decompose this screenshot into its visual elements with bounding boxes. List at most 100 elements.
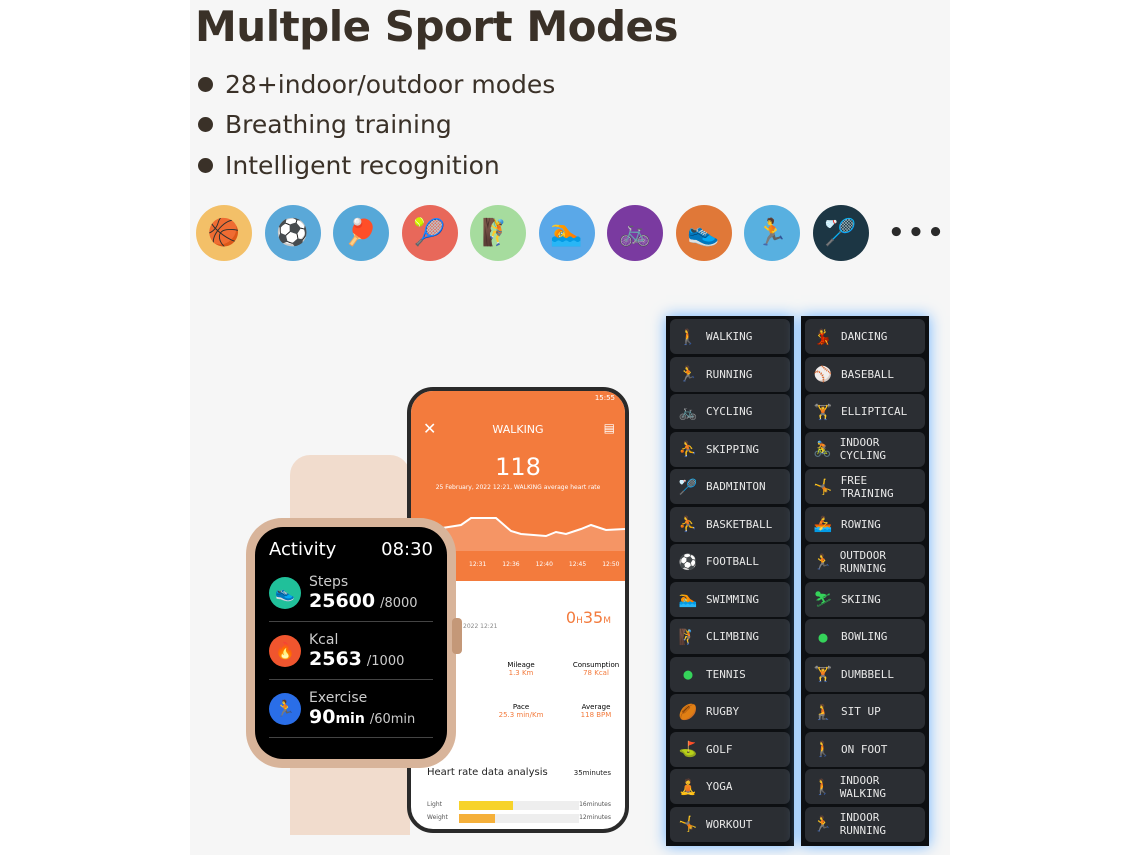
sport-mode-item[interactable]: ⚾ BASEBALL (805, 356, 925, 392)
stat-value: 1.3 Km (508, 669, 534, 677)
stat-label: Pace (512, 703, 530, 711)
sport-mode-label: SWIMMING (706, 592, 759, 606)
sport-mode-item[interactable]: 🚣 ROWING (805, 506, 925, 542)
sport-mode-item[interactable]: 🚶 WALKING (670, 319, 790, 354)
sport-icon: 🚲 (678, 402, 698, 421)
sport-mode-item[interactable]: 🧎 SIT UP (805, 694, 925, 729)
sport-icon: 🏋 (813, 665, 833, 683)
stat-consumption: Consumption 78 Kcal (561, 661, 625, 677)
duration: 0H35M (565, 608, 611, 627)
row-goal: /60min (369, 711, 416, 727)
sport-mode-item[interactable]: 🏃 OUTDOOR RUNNING (805, 544, 925, 579)
sport-icon: ● (818, 627, 828, 646)
stat-label: Consumption (572, 661, 620, 669)
sport-mode-item[interactable]: 💃 DANCING (805, 319, 925, 354)
sport-mode-label: ON FOOT (841, 742, 888, 756)
sport-mode-label: ROWING (841, 517, 881, 531)
sport-mode-label: SIT UP (841, 705, 881, 718)
sport-mode-item[interactable]: 🏋 DUMBBELL (805, 656, 925, 692)
watch-time: 08:30 (381, 539, 433, 560)
analysis-title: Heart rate data analysis (427, 767, 548, 778)
sport-mode-item[interactable]: 🚶 ON FOOT (805, 731, 925, 767)
sport-mode-item[interactable]: ⛹ SKIPPING (670, 431, 790, 467)
sport-mode-item[interactable]: ● TENNIS (670, 656, 790, 692)
sport-mode-label: RUGBY (706, 705, 740, 718)
sport-icon: ⛹ (678, 515, 698, 533)
sport-list-left[interactable]: 🚶 WALKING 🏃 RUNNING 🚲 CYCLING ⛹ SKIPPING 🏸 BADMIN… (666, 316, 794, 846)
cycling-icon: 🚲 (607, 205, 663, 261)
ping-pong-icon: 🏓 (333, 205, 389, 261)
sport-mode-item[interactable]: ⛳ GOLF (670, 731, 790, 767)
sport-mode-label: FOOTBALL (706, 555, 759, 568)
stat-value: 25.3 min/Km (498, 711, 544, 719)
tennis-icon: 🎾 (401, 205, 458, 261)
stat-value: 78 Kcal (583, 669, 609, 677)
sport-mode-label: WORKOUT (706, 817, 753, 831)
sport-icon: ⛹ (678, 440, 698, 458)
sport-mode-item[interactable]: 🏊 SWIMMING (670, 581, 790, 617)
sport-mode-item[interactable]: 🚴 INDOOR CYCLING (805, 431, 925, 467)
row-value: 90 (309, 705, 336, 728)
swimming-icon: 🏊 (538, 205, 595, 261)
watch-crown[interactable] (452, 618, 462, 654)
sport-mode-item[interactable]: 🏉 RUGBY (670, 694, 790, 729)
stat-average: Average 118 BPM (561, 703, 625, 719)
sport-mode-label: WALKING (706, 330, 753, 343)
sport-mode-label: DUMBBELL (841, 667, 894, 681)
document-icon[interactable]: ▤ (604, 421, 615, 435)
axis-tick: 12:50 (602, 561, 620, 568)
axis-tick: 12:36 (502, 561, 520, 568)
zone-bar-track (459, 801, 579, 810)
sport-mode-label: DANCING (841, 330, 888, 343)
status-time: 15:55 (594, 394, 615, 402)
sport-mode-item[interactable]: ⛹ BASKETBALL (670, 506, 790, 542)
sport-icon: 🏃 (678, 365, 698, 383)
sport-mode-label: SKIING (841, 592, 881, 606)
sport-mode-item[interactable]: ● BOWLING (805, 619, 925, 654)
sport-icon: 💃 (813, 327, 833, 346)
sport-mode-item[interactable]: 🧘 YOGA (670, 769, 790, 804)
sport-icon: 🚴 (813, 440, 832, 458)
sport-mode-item[interactable]: 🤸 FREE TRAINING (805, 469, 925, 504)
sport-mode-label: CYCLING (706, 405, 753, 418)
sport-mode-label: TENNIS (706, 667, 746, 681)
sport-mode-label: INDOOR CYCLING (839, 436, 887, 462)
heart-rate-value: 118 (495, 453, 541, 481)
basketball-icon: 🏀 (196, 205, 252, 261)
sport-icon: 🚶 (813, 740, 833, 758)
sport-mode-item[interactable]: 🏋 ELLIPTICAL (805, 394, 925, 429)
axis-tick: 12:40 (535, 561, 553, 568)
zone-bar-fill (459, 801, 513, 810)
sport-icon: 🏃 (813, 552, 832, 571)
stat-mileage: Mileage 1.3 Km (486, 661, 556, 677)
sport-mode-item[interactable]: ⛷ SKIING (805, 581, 925, 617)
sport-mode-item[interactable]: 🤸 WORKOUT (670, 806, 790, 842)
sport-mode-item[interactable]: 🏃 RUNNING (670, 356, 790, 392)
sport-mode-item[interactable]: ⚽ FOOTBALL (670, 544, 790, 579)
row-label: Exercise (309, 689, 368, 706)
row-value: 2563 (309, 647, 362, 670)
axis-tick: 12:45 (568, 561, 587, 568)
zone-value: 12minutes (579, 814, 611, 821)
watch-row-exercise: 🏃 Exercise 90min/60min (269, 680, 433, 738)
zone-label: Weight (427, 814, 448, 821)
sport-icon: ● (683, 665, 693, 683)
sport-mode-item[interactable]: 🚲 CYCLING (670, 394, 790, 429)
sport-mode-label: SKIPPING (706, 442, 759, 456)
kcal-icon: 🔥 (269, 634, 301, 667)
bullet: Breathing training (198, 110, 452, 139)
header-title: WALKING (492, 423, 544, 436)
running-shoe-icon: 👟 (675, 205, 732, 261)
stat-label: Mileage (507, 661, 535, 669)
sport-mode-item[interactable]: 🚶 INDOOR WALKING (805, 769, 925, 804)
steps-icon: 👟 (269, 576, 301, 609)
sport-mode-item[interactable]: 🏃 INDOOR RUNNING (805, 806, 925, 842)
sport-mode-item[interactable]: 🧗 CLIMBING (670, 619, 790, 654)
zone-bar-track (459, 814, 579, 823)
sport-list-right[interactable]: 💃 DANCING ⚾ BASEBALL 🏋 ELLIPTICAL 🚴 INDOOR CYCL… (801, 316, 929, 846)
sport-icon: 🤸 (813, 477, 833, 496)
sport-mode-item[interactable]: 🏸 BADMINTON (670, 469, 790, 504)
sport-icon: 🏃 (813, 815, 832, 833)
sport-mode-label: INDOOR WALKING (839, 773, 887, 800)
sport-mode-label: BOWLING (841, 630, 888, 643)
